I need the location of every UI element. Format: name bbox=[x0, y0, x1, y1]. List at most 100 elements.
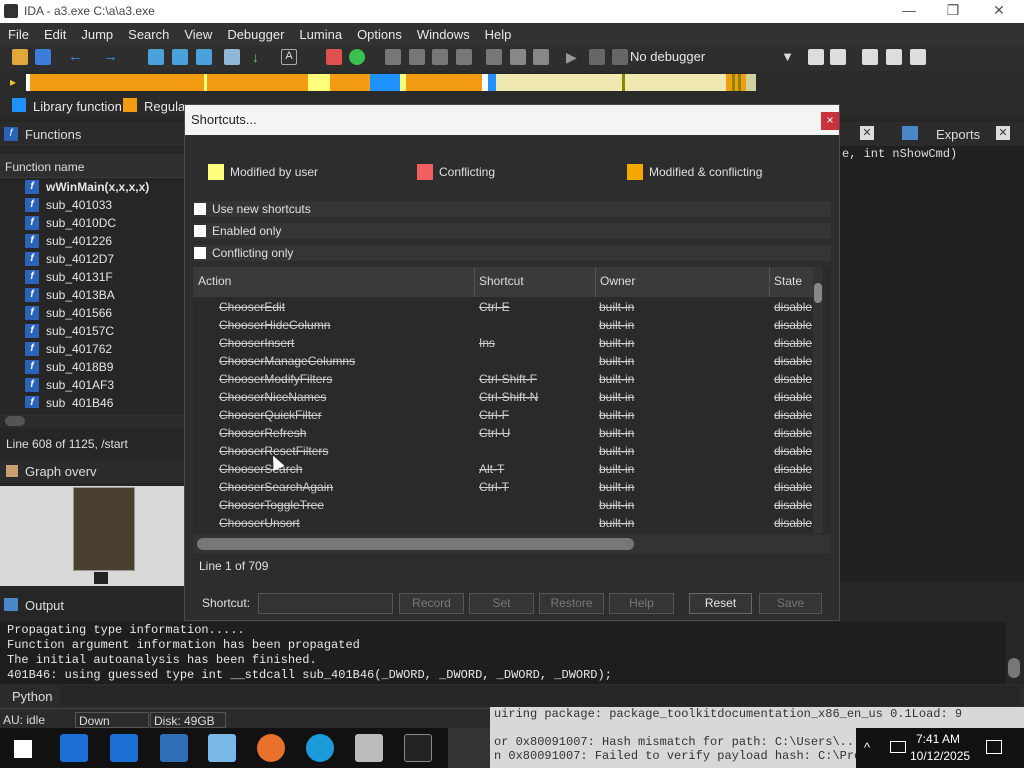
undefine-icon[interactable] bbox=[486, 49, 502, 65]
save-button[interactable]: Save bbox=[759, 593, 822, 614]
function-list-item[interactable]: f sub_401033 bbox=[0, 196, 184, 214]
save-icon[interactable] bbox=[35, 49, 51, 65]
menu-options[interactable]: Options bbox=[349, 23, 409, 42]
menu-file[interactable]: File bbox=[0, 23, 36, 42]
function-list-item[interactable]: f sub_4018B9 bbox=[0, 358, 184, 376]
pause-icon[interactable] bbox=[589, 49, 605, 65]
table-row[interactable]: ChooserResetFilters built-in disable bbox=[193, 442, 819, 460]
text-icon[interactable]: A bbox=[281, 49, 297, 65]
hex-icon[interactable] bbox=[385, 49, 401, 65]
graph-icon[interactable] bbox=[148, 49, 164, 65]
table-row[interactable]: ChooserNiceNames Ctrl-Shift-N built-in disa… bbox=[193, 388, 819, 406]
menu-windows[interactable]: Windows bbox=[409, 23, 477, 42]
menu-view[interactable]: View bbox=[176, 23, 219, 42]
enum-icon[interactable] bbox=[196, 49, 212, 65]
forward-icon[interactable]: → bbox=[103, 49, 119, 65]
function-list-item[interactable]: f sub_40131F bbox=[0, 268, 184, 286]
reset-button[interactable]: Reset bbox=[689, 593, 752, 614]
menu-debugger[interactable]: Debugger bbox=[219, 23, 291, 42]
close-tab-icon[interactable]: ✕ bbox=[860, 126, 874, 140]
function-list-item[interactable]: f sub_4012D7 bbox=[0, 250, 184, 268]
windows-start-icon[interactable] bbox=[14, 740, 32, 758]
table-row[interactable]: ChooserEdit Ctrl-E built-in disable bbox=[193, 298, 819, 316]
jump-icon[interactable]: ↓ bbox=[252, 49, 268, 65]
close-exports-icon[interactable]: ✕ bbox=[996, 126, 1010, 140]
function-name-column-header[interactable]: Function name bbox=[0, 154, 184, 178]
enabled-only-label[interactable]: Enabled only bbox=[212, 224, 281, 238]
clock-date[interactable]: 10/12/2025 bbox=[910, 749, 970, 763]
menu-lumina[interactable]: Lumina bbox=[291, 23, 349, 42]
data-icon[interactable] bbox=[432, 49, 448, 65]
process-icon[interactable] bbox=[830, 49, 846, 65]
menu-edit[interactable]: Edit bbox=[36, 23, 73, 42]
clock-time[interactable]: 7:41 AM bbox=[916, 732, 960, 746]
table-row[interactable]: ChooserSearch Alt-T built-in disable bbox=[193, 460, 819, 478]
help-button[interactable]: Help bbox=[609, 593, 674, 614]
restore-button[interactable]: Restore bbox=[539, 593, 604, 614]
table-row[interactable]: ChooserInsert Ins built-in disable bbox=[193, 334, 819, 352]
nav-arrow-icon[interactable]: ▸ bbox=[10, 75, 16, 89]
terminal-icon[interactable] bbox=[404, 734, 432, 762]
settings-app-icon[interactable] bbox=[355, 734, 383, 762]
conflicting-only-checkbox[interactable] bbox=[194, 247, 206, 259]
table-row[interactable]: ChooserSearchAgain Ctrl-T built-in disable bbox=[193, 478, 819, 496]
conflicting-only-label[interactable]: Conflicting only bbox=[212, 246, 293, 260]
explorer-icon[interactable] bbox=[160, 734, 188, 762]
function-list-item[interactable]: f sub_4013BA bbox=[0, 286, 184, 304]
function-list-item[interactable]: f sub_401566 bbox=[0, 304, 184, 322]
menu-help[interactable]: Help bbox=[477, 23, 519, 42]
back-icon[interactable]: ← bbox=[68, 49, 84, 65]
vscroll-thumb[interactable] bbox=[814, 283, 822, 303]
use-new-shortcuts-label[interactable]: Use new shortcuts bbox=[212, 202, 311, 216]
layout-icon[interactable] bbox=[862, 49, 878, 65]
code-icon[interactable] bbox=[409, 49, 425, 65]
function-list-item[interactable]: f sub_40157C bbox=[0, 322, 184, 340]
chevron-up-icon[interactable]: ^ bbox=[864, 740, 870, 755]
exports-tab-label[interactable]: Exports bbox=[936, 127, 980, 142]
dialog-close-button[interactable]: × bbox=[821, 112, 839, 130]
minimize-button[interactable]: — bbox=[896, 2, 922, 20]
column-header-shortcut[interactable]: Shortcut bbox=[479, 274, 524, 288]
restore-button[interactable]: ❐ bbox=[940, 2, 966, 20]
table-vscroll[interactable] bbox=[813, 267, 823, 533]
column-header-state[interactable]: State bbox=[774, 274, 802, 288]
start-icon[interactable]: ▶ bbox=[566, 49, 582, 65]
table-row[interactable]: ChooserHideColumn built-in disable bbox=[193, 316, 819, 334]
function-list-item[interactable]: f wWinMain(x,x,x,x) bbox=[0, 178, 184, 196]
graph-overview-canvas[interactable] bbox=[0, 486, 184, 586]
comment-icon[interactable] bbox=[533, 49, 549, 65]
search-icon[interactable] bbox=[60, 734, 88, 762]
graph-overview-viewport[interactable] bbox=[73, 487, 135, 571]
edge-icon[interactable] bbox=[306, 734, 334, 762]
menu-search[interactable]: Search bbox=[120, 23, 176, 42]
set-button[interactable]: Set bbox=[469, 593, 534, 614]
navigation-strip[interactable] bbox=[26, 74, 756, 91]
record-button[interactable]: Record bbox=[399, 593, 464, 614]
python-input[interactable] bbox=[60, 686, 1020, 706]
open-icon[interactable] bbox=[12, 49, 28, 65]
column-header-action[interactable]: Action bbox=[198, 274, 231, 288]
debugger-select[interactable]: No debugger ▼ bbox=[630, 49, 800, 67]
functions-hscroll[interactable] bbox=[0, 414, 184, 428]
function-list-item[interactable]: f sub_401B46 bbox=[0, 394, 184, 408]
name-icon[interactable] bbox=[510, 49, 526, 65]
table-row[interactable]: ChooserUnsort built-in disable bbox=[193, 514, 819, 532]
hscroll-thumb[interactable] bbox=[197, 538, 634, 550]
patch-icon[interactable] bbox=[326, 49, 342, 65]
python-label[interactable]: Python bbox=[12, 689, 52, 704]
enabled-only-checkbox[interactable] bbox=[194, 225, 206, 237]
struct-icon[interactable] bbox=[172, 49, 188, 65]
shortcut-input[interactable] bbox=[258, 593, 393, 614]
table-hscroll[interactable] bbox=[193, 535, 831, 553]
function-list-item[interactable]: f sub_4010DC bbox=[0, 214, 184, 232]
output-vscroll[interactable] bbox=[1006, 622, 1024, 684]
array-icon[interactable] bbox=[456, 49, 472, 65]
table-row[interactable]: ChooserQuickFilter Ctrl-F built-in disable bbox=[193, 406, 819, 424]
notepad-icon[interactable] bbox=[208, 734, 236, 762]
table-row[interactable]: ChooserToggleTree built-in disable bbox=[193, 496, 819, 514]
attach-icon[interactable] bbox=[808, 49, 824, 65]
column-header-owner[interactable]: Owner bbox=[600, 274, 635, 288]
function-list-item[interactable]: f sub_401AF3 bbox=[0, 376, 184, 394]
taskview-icon[interactable] bbox=[110, 734, 138, 762]
run-script-icon[interactable] bbox=[349, 49, 365, 65]
